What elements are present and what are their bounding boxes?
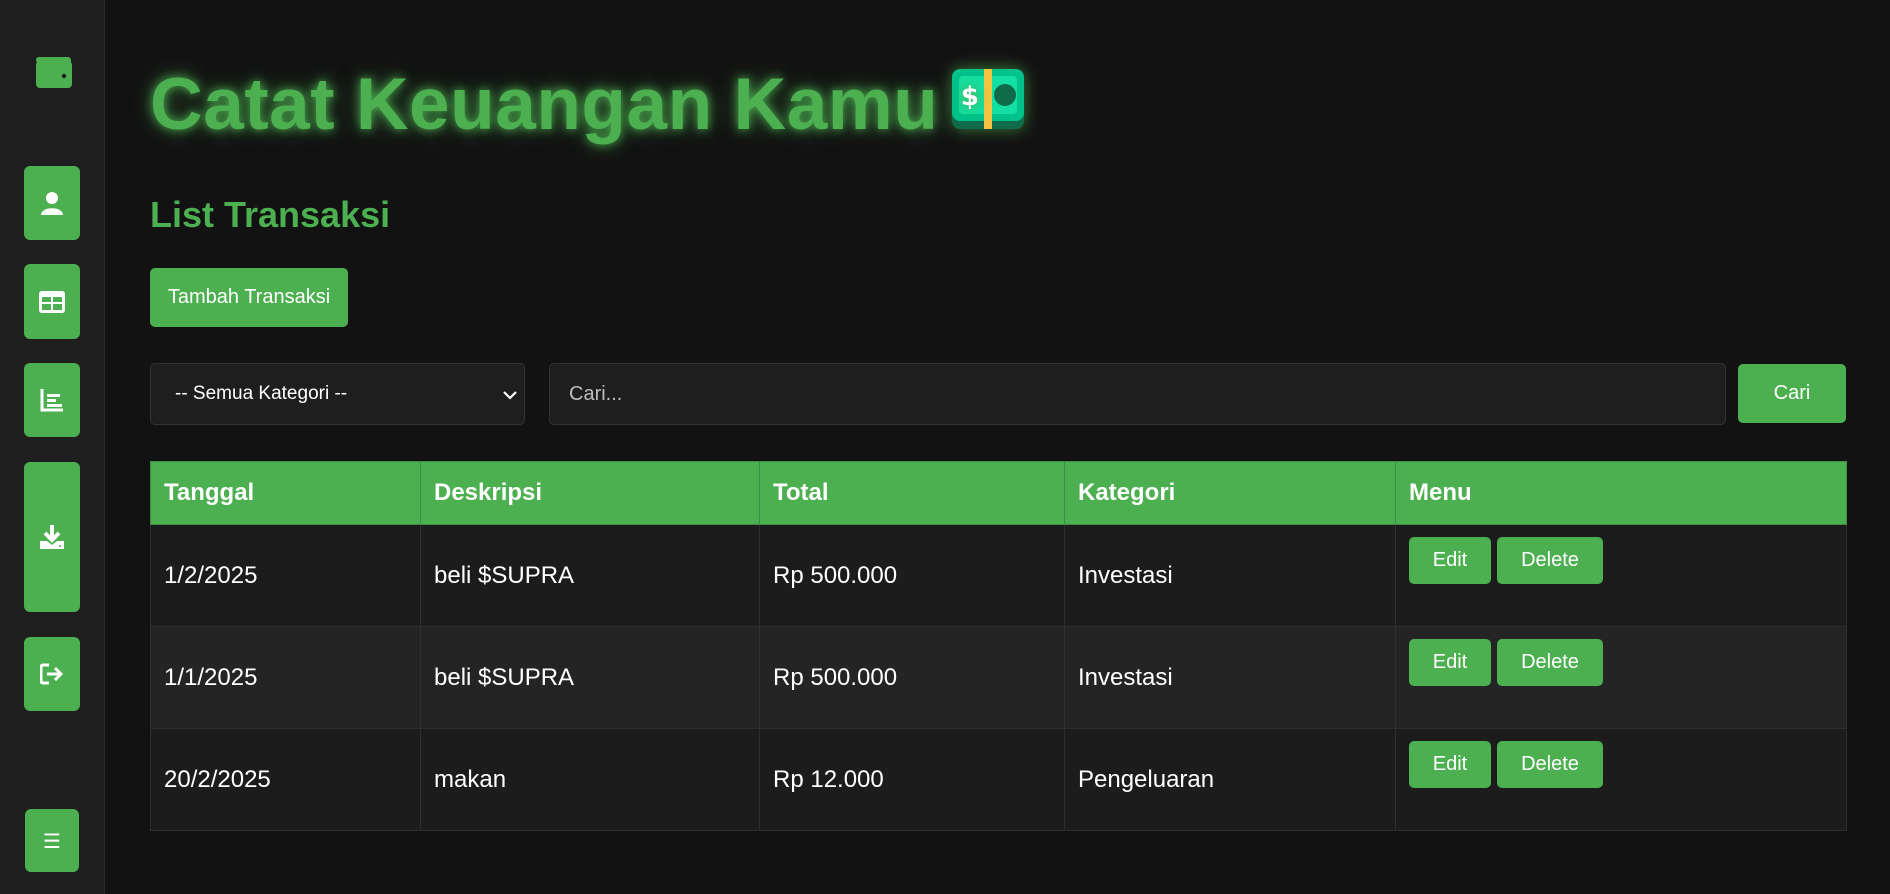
cell-total: Rp 12.000: [759, 728, 1065, 831]
sidebar: ☰: [0, 0, 105, 894]
section-title: List Transaksi: [150, 194, 391, 235]
search-button[interactable]: Cari: [1738, 364, 1846, 423]
cell-menu: Edit Delete: [1395, 626, 1847, 729]
cell-total: Rp 500.000: [759, 524, 1065, 627]
svg-text:$: $: [961, 82, 980, 112]
cell-kategori: Investasi: [1064, 626, 1396, 729]
delete-button[interactable]: Delete: [1497, 741, 1603, 788]
table-row: 20/2/2025 makan Rp 12.000 Pengeluaran Ed…: [150, 728, 1847, 831]
search-input[interactable]: [549, 363, 1726, 425]
main-content: Catat Keuangan Kamu $ List Transaksi Tam…: [150, 0, 1847, 894]
chart-icon: [40, 388, 64, 412]
cell-kategori: Investasi: [1064, 524, 1396, 627]
column-header-deskripsi: Deskripsi: [420, 461, 760, 525]
edit-button[interactable]: Edit: [1409, 537, 1491, 584]
column-header-kategori: Kategori: [1064, 461, 1396, 525]
transactions-table-wrapper: Tanggal Deskripsi Total Kategori Menu 1/…: [150, 461, 1847, 831]
cell-deskripsi: beli $SUPRA: [420, 524, 760, 627]
column-header-menu: Menu: [1395, 461, 1847, 525]
table-row: 1/1/2025 beli $SUPRA Rp 500.000 Investas…: [150, 626, 1847, 729]
report-button[interactable]: [24, 363, 80, 437]
profile-button[interactable]: [24, 166, 80, 240]
cell-menu: Edit Delete: [1395, 524, 1847, 627]
chevron-down-icon: [502, 386, 518, 408]
cell-tanggal: 1/2/2025: [150, 524, 421, 627]
transactions-table: Tanggal Deskripsi Total Kategori Menu 1/…: [150, 461, 1847, 831]
cell-deskripsi: beli $SUPRA: [420, 626, 760, 729]
column-header-tanggal: Tanggal: [150, 461, 421, 525]
column-header-total: Total: [759, 461, 1065, 525]
menu-toggle-button[interactable]: ☰: [25, 809, 79, 872]
edit-button[interactable]: Edit: [1409, 741, 1491, 788]
table-icon: [39, 290, 65, 313]
download-icon: [39, 524, 65, 550]
logout-button[interactable]: [24, 637, 80, 711]
add-transaction-button[interactable]: Tambah Transaksi: [150, 268, 348, 327]
cell-tanggal: 1/1/2025: [150, 626, 421, 729]
delete-button[interactable]: Delete: [1497, 639, 1603, 686]
table-row: 1/2/2025 beli $SUPRA Rp 500.000 Investas…: [150, 524, 1847, 627]
logout-icon: [40, 663, 64, 685]
table-header-row: Tanggal Deskripsi Total Kategori Menu: [150, 461, 1847, 525]
menu-icon: ☰: [43, 828, 61, 853]
user-icon: [41, 191, 63, 215]
wallet-icon: [35, 55, 72, 89]
money-banknote-icon: $: [952, 63, 1025, 146]
delete-button[interactable]: Delete: [1497, 537, 1603, 584]
cell-kategori: Pengeluaran: [1064, 728, 1396, 831]
cell-tanggal: 20/2/2025: [150, 728, 421, 831]
transactions-button[interactable]: [24, 264, 80, 339]
category-filter-value: -- Semua Kategori --: [175, 383, 348, 404]
edit-button[interactable]: Edit: [1409, 639, 1491, 686]
category-filter-select[interactable]: -- Semua Kategori --: [150, 363, 525, 425]
cell-total: Rp 500.000: [759, 626, 1065, 729]
cell-menu: Edit Delete: [1395, 728, 1847, 831]
app-title: Catat Keuangan Kamu $: [150, 63, 1025, 146]
app-title-text: Catat Keuangan Kamu: [150, 64, 939, 145]
cell-deskripsi: makan: [420, 728, 760, 831]
download-button[interactable]: [24, 462, 80, 612]
